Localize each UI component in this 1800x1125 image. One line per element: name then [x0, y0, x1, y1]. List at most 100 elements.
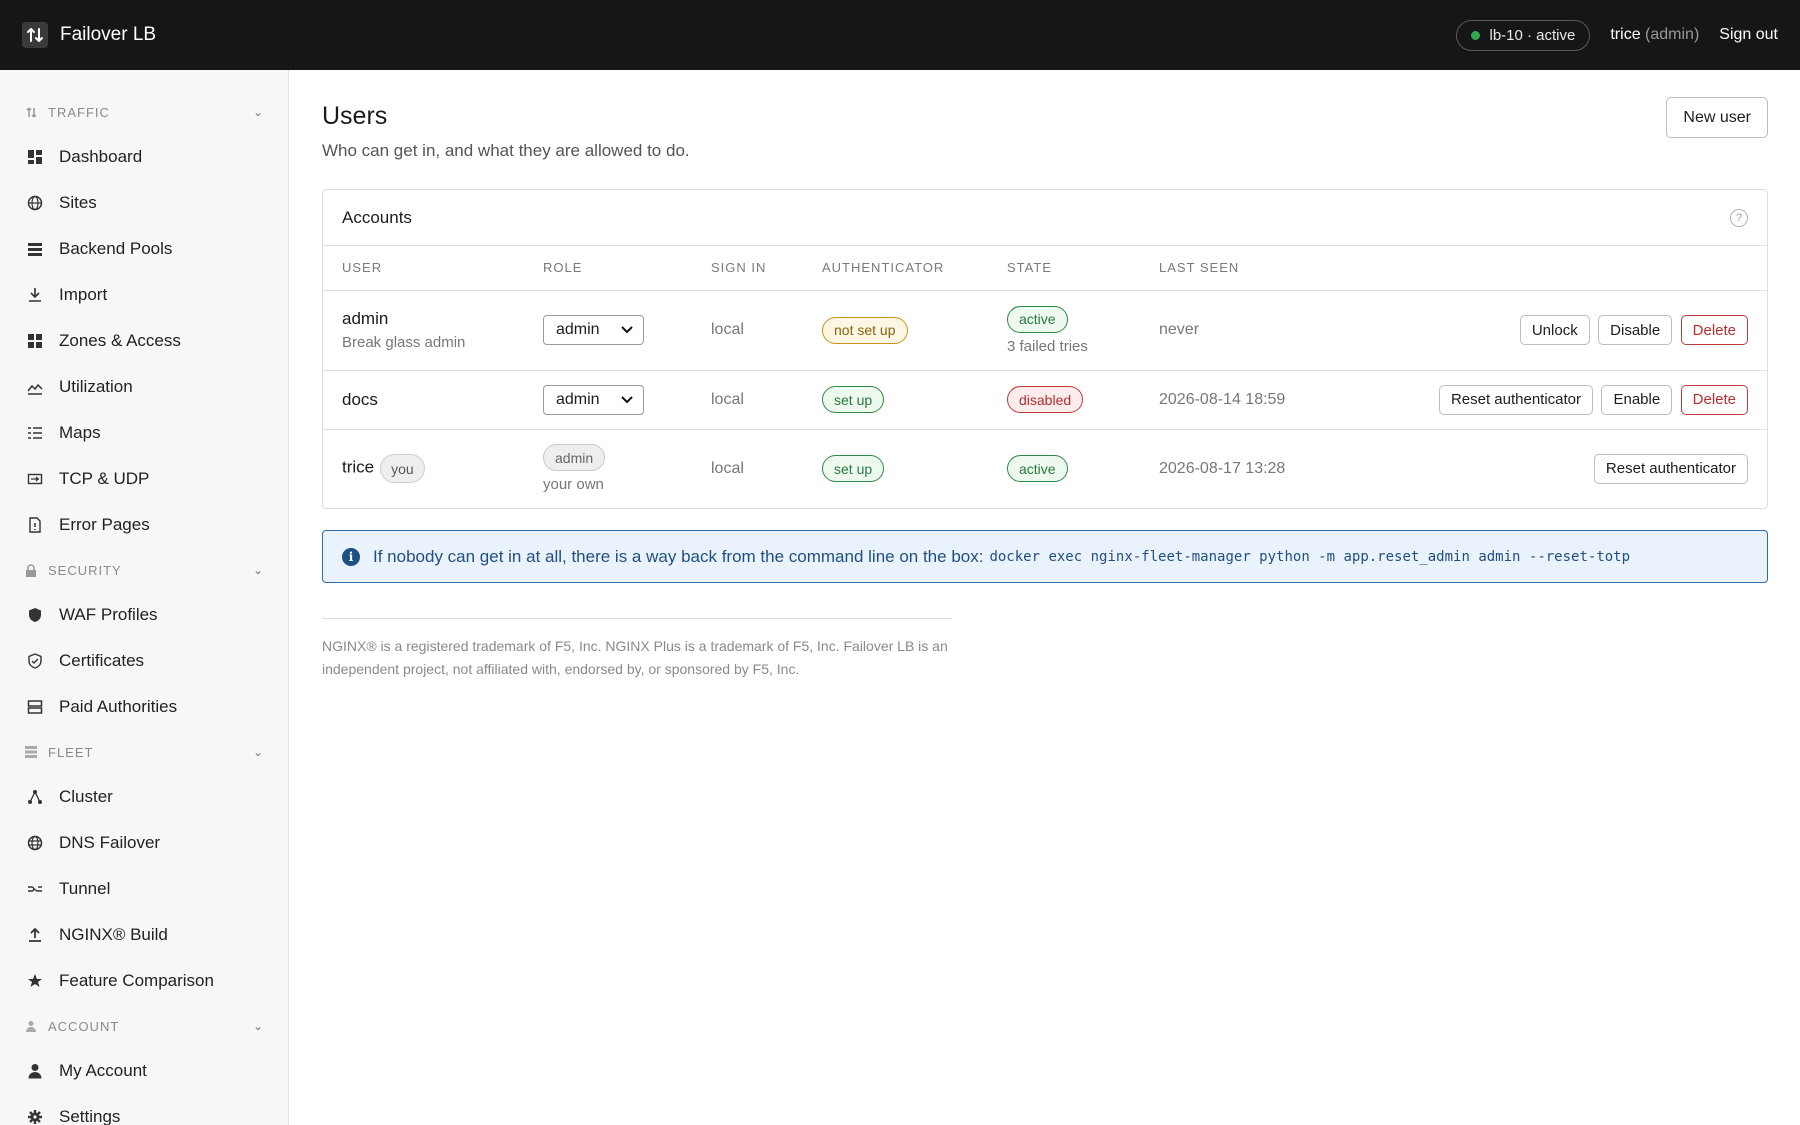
sidebar-item-paid-authorities[interactable]: Paid Authorities	[0, 684, 288, 730]
page-header: Users Who can get in, and what they are …	[322, 70, 1768, 190]
table-header-row: USER ROLE SIGN IN AUTHENTICATOR STATE LA…	[323, 246, 1767, 291]
sidebar-item-label: Zones & Access	[59, 331, 181, 350]
accounts-card: Accounts ? USER ROLE SIGN IN AUTHENTICAT…	[322, 189, 1768, 509]
sidebar-item-tcp-udp[interactable]: TCP & UDP	[0, 456, 288, 502]
sidebar-item-cluster[interactable]: Cluster	[0, 774, 288, 820]
list-icon	[26, 424, 44, 442]
sidebar-item-zones-access[interactable]: Zones & Access	[0, 318, 288, 364]
page-subtitle: Who can get in, and what they are allowe…	[322, 141, 690, 160]
sidebar-item-waf-profiles[interactable]: WAF Profiles	[0, 592, 288, 638]
status-dot-icon	[1471, 30, 1481, 40]
last-seen-cell: 2026-08-17 13:28	[1159, 459, 1286, 477]
state-badge: disabled	[1007, 386, 1084, 413]
sidebar-item-dashboard[interactable]: Dashboard	[0, 134, 288, 180]
sidebar-item-backend-pools[interactable]: Backend Pools	[0, 226, 288, 272]
sidebar: TRAFFIC ⌄ Dashboard Sites Backend Pools …	[0, 70, 289, 1125]
sidebar-group-security[interactable]: SECURITY ⌄	[0, 548, 288, 592]
delete-button[interactable]: Delete	[1680, 315, 1748, 345]
disable-button[interactable]: Disable	[1598, 315, 1673, 345]
sidebar-item-my-account[interactable]: My Account	[0, 1048, 288, 1094]
failed-tries: 3 failed tries	[1007, 337, 1088, 355]
chevron-down-icon	[621, 395, 633, 403]
authenticator-cell: set up	[822, 370, 1007, 430]
delete-button[interactable]: Delete	[1680, 384, 1748, 415]
help-icon[interactable]: ?	[1730, 208, 1748, 227]
gear-icon	[26, 1108, 44, 1125]
sidebar-item-settings[interactable]: Settings	[0, 1094, 288, 1125]
person-icon	[26, 1062, 44, 1080]
page-title: Users	[322, 102, 388, 130]
column-header-sign-in: SIGN IN	[711, 246, 822, 291]
accounts-table: USER ROLE SIGN IN AUTHENTICATOR STATE LA…	[323, 246, 1767, 508]
sidebar-item-label: My Account	[59, 1061, 147, 1080]
top-bar: Failover LB lb-10 · active trice (admin)…	[0, 0, 1800, 70]
sign-out-link[interactable]: Sign out	[1719, 26, 1778, 44]
sidebar-item-tunnel[interactable]: Tunnel	[0, 866, 288, 912]
actions-cell: Reset authenticator	[1379, 429, 1767, 508]
sidebar-item-label: Utilization	[59, 377, 133, 396]
sidebar-item-label: Import	[59, 285, 108, 304]
user-name: admin	[342, 309, 389, 328]
chevron-down-icon[interactable]: ⌄	[253, 105, 264, 119]
sidebar-item-label: Error Pages	[59, 515, 150, 534]
sidebar-item-label: Certificates	[59, 651, 145, 670]
tunnel-icon	[26, 880, 44, 898]
globe-icon	[26, 194, 44, 212]
reset-authenticator-button[interactable]: Reset authenticator	[1438, 384, 1594, 415]
chevron-down-icon	[621, 326, 633, 334]
column-header-role: ROLE	[543, 246, 711, 291]
sidebar-item-label: DNS Failover	[59, 833, 161, 852]
you-badge: you	[380, 454, 425, 484]
sidebar-item-label: Sites	[59, 193, 97, 212]
unlock-button[interactable]: Unlock	[1519, 315, 1590, 345]
authenticator-cell: set up	[822, 429, 1007, 508]
chevron-down-icon[interactable]: ⌄	[253, 1019, 264, 1033]
sidebar-item-nginx-build[interactable]: NGINX® Build	[0, 912, 288, 958]
sidebar-item-label: Dashboard	[59, 147, 143, 166]
last-seen-cell: never	[1159, 290, 1379, 371]
sidebar-item-label: NGINX® Build	[59, 925, 168, 944]
sidebar-item-certificates[interactable]: Certificates	[0, 638, 288, 684]
sidebar-group-traffic[interactable]: TRAFFIC ⌄	[0, 90, 288, 134]
footer-trademark: NGINX® is a registered trademark of F5, …	[322, 618, 952, 681]
new-user-button[interactable]: New user	[1666, 97, 1768, 138]
sidebar-item-label: Backend Pools	[59, 239, 173, 258]
shield-check-icon	[26, 652, 44, 670]
grid-icon	[26, 148, 44, 166]
file-icon	[26, 516, 44, 534]
cluster-icon	[26, 788, 44, 806]
sign-in-cell: local	[711, 290, 822, 371]
sidebar-item-label: Cluster	[59, 787, 113, 806]
shield-icon	[26, 606, 44, 624]
reset-authenticator-button[interactable]: Reset authenticator	[1593, 453, 1748, 484]
sidebar-item-label: WAF Profiles	[59, 605, 158, 624]
sidebar-item-error-pages[interactable]: Error Pages	[0, 502, 288, 548]
sidebar-group-fleet[interactable]: FLEET ⌄	[0, 730, 288, 774]
server-icon	[26, 698, 44, 716]
role-select[interactable]: admin	[543, 315, 644, 345]
sidebar-item-dns-failover[interactable]: DNS Failover	[0, 820, 288, 866]
sidebar-item-feature-comparison[interactable]: Feature Comparison	[0, 958, 288, 1004]
role-cell: admin	[543, 370, 711, 430]
enable-button[interactable]: Enable	[1601, 384, 1673, 415]
sidebar-item-import[interactable]: Import	[0, 272, 288, 318]
sidebar-item-utilization[interactable]: Utilization	[0, 364, 288, 410]
notice-text: If nobody can get in at all, there is a …	[373, 546, 984, 566]
last-seen-cell: 2026-08-14 18:59	[1159, 370, 1379, 430]
sidebar-group-label: TRAFFIC	[48, 104, 110, 120]
sidebar-group-account[interactable]: ACCOUNT ⌄	[0, 1004, 288, 1048]
brand[interactable]: Failover LB	[22, 22, 156, 48]
authenticator-badge: set up	[822, 455, 885, 483]
sidebar-item-sites[interactable]: Sites	[0, 180, 288, 226]
node-status-pill[interactable]: lb-10 · active	[1456, 19, 1591, 51]
user-cell: admin Break glass admin	[323, 290, 543, 371]
column-header-last-seen: LAST SEEN	[1159, 246, 1379, 291]
chevron-down-icon[interactable]: ⌄	[253, 745, 264, 759]
sidebar-group-label: SECURITY	[48, 562, 122, 578]
sidebar-group-label: FLEET	[48, 744, 94, 760]
state-cell: active 3 failed tries	[1007, 290, 1159, 371]
sidebar-item-maps[interactable]: Maps	[0, 410, 288, 456]
user-name: trice	[342, 457, 375, 477]
role-select[interactable]: admin	[543, 384, 644, 415]
chevron-down-icon[interactable]: ⌄	[253, 563, 264, 577]
